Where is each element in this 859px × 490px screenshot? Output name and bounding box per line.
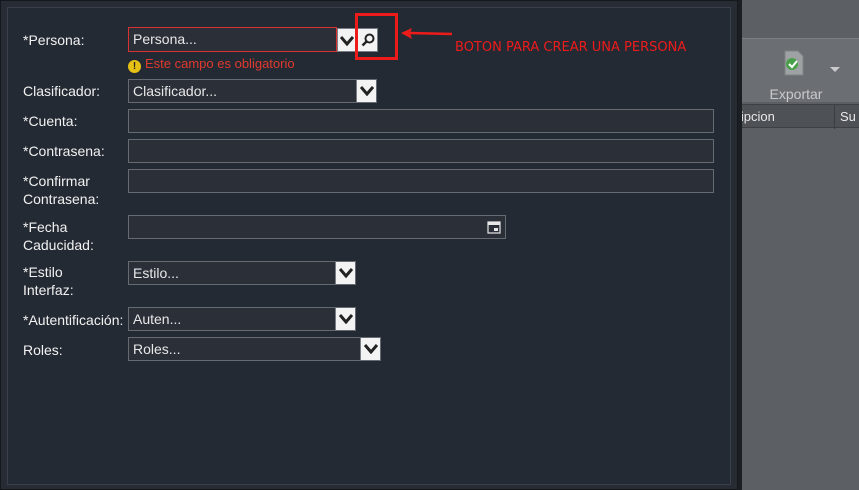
persona-error-message: ! Este campo es obligatorio: [128, 56, 295, 73]
annotation-text: BOTON PARA CREAR UNA PERSONA: [455, 40, 687, 55]
estilo-placeholder: Estilo...: [133, 265, 179, 281]
confirmar-contrasena-input[interactable]: [128, 169, 714, 193]
fecha-label-line2: Caducidad:: [23, 237, 94, 253]
contrasena-label: *Contrasena:: [23, 143, 105, 159]
grid-header: cripcion Su: [730, 104, 859, 129]
clasificador-label: Clasificador:: [23, 83, 101, 99]
chevron-down-icon: [339, 268, 353, 278]
persona-combo-input[interactable]: Persona...: [128, 27, 337, 52]
chevron-down-icon: [340, 36, 354, 46]
persona-error-text: Este campo es obligatorio: [145, 56, 295, 71]
calendar-icon[interactable]: [487, 221, 501, 234]
warning-icon: !: [128, 60, 141, 73]
estilo-combo[interactable]: Estilo...: [128, 261, 356, 285]
user-form-dialog: *Persona: Persona... ! Este campo es obli…: [0, 0, 738, 490]
estilo-label-line2: Interfaz:: [23, 282, 74, 298]
grid-header-separator: [834, 105, 835, 129]
roles-combo[interactable]: Roles...: [128, 337, 381, 361]
export-icon: [784, 50, 804, 76]
cuenta-label: *Cuenta:: [23, 113, 78, 129]
clasificador-dropdown-button[interactable]: [356, 80, 376, 102]
grid-header-su[interactable]: Su: [840, 109, 856, 124]
confirmar-label-line2: Contrasena:: [23, 191, 100, 207]
confirmar-label-line1: *Confirmar: [23, 173, 90, 189]
annotation-arrow-icon: [401, 28, 452, 39]
chevron-down-icon: [360, 86, 374, 96]
fecha-label-line1: *Fecha: [23, 219, 68, 235]
roles-placeholder: Roles...: [133, 341, 181, 357]
autentificacion-dropdown-button[interactable]: [335, 308, 355, 330]
autentificacion-placeholder: Auten...: [133, 311, 182, 327]
persona-label: *Persona:: [23, 32, 85, 48]
export-label: Exportar: [769, 86, 823, 102]
persona-placeholder: Persona...: [133, 31, 197, 47]
export-button[interactable]: Exportar: [766, 47, 840, 102]
estilo-dropdown-button[interactable]: [335, 262, 355, 284]
roles-label: Roles:: [23, 342, 63, 358]
clasificador-placeholder: Clasificador...: [133, 83, 218, 99]
clasificador-combo[interactable]: Clasificador...: [128, 79, 377, 103]
chevron-down-icon: [364, 344, 378, 354]
autentificacion-combo[interactable]: Auten...: [128, 307, 356, 331]
contrasena-input[interactable]: [128, 139, 714, 163]
background-app: Exportar cripcion Su: [730, 0, 859, 490]
roles-dropdown-button[interactable]: [360, 338, 380, 360]
background-toolbar: Exportar: [730, 38, 859, 102]
estilo-label-line1: *Estilo: [23, 264, 63, 280]
autentificacion-label: *Autentificación:: [23, 312, 124, 328]
export-dropdown-icon[interactable]: [830, 67, 840, 72]
annotation-highlight-box: [355, 13, 398, 60]
chevron-down-icon: [339, 314, 353, 324]
fecha-caducidad-input[interactable]: [128, 215, 506, 239]
cuenta-input[interactable]: [128, 109, 714, 133]
persona-dropdown-button[interactable]: [337, 28, 357, 52]
